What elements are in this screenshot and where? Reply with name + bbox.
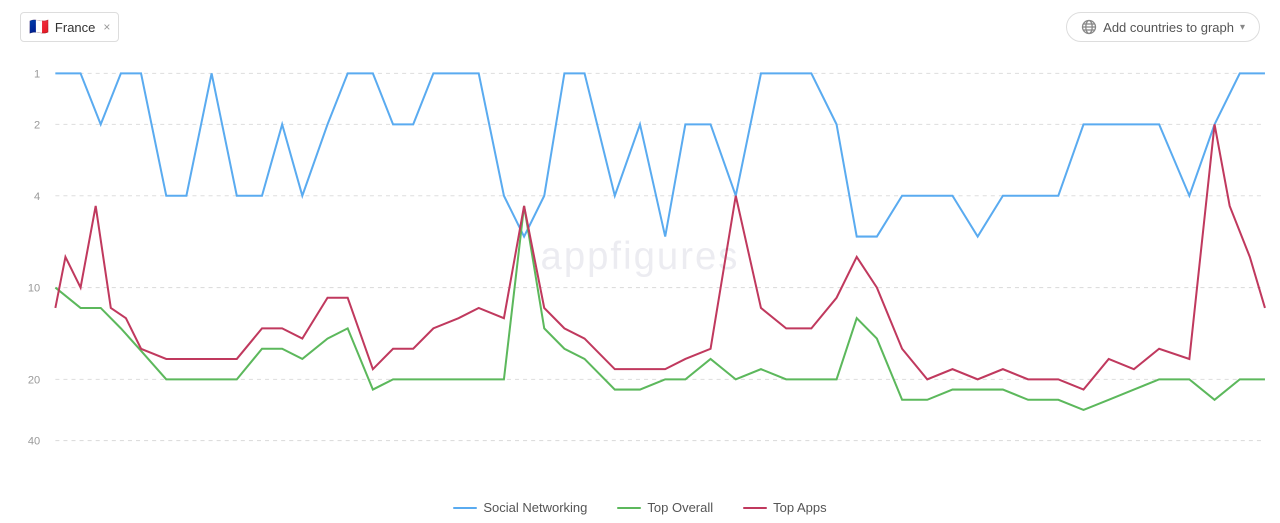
legend-item-top-apps: Top Apps [743, 500, 827, 515]
svg-text:1: 1 [34, 68, 40, 80]
svg-text:10: 10 [28, 283, 40, 295]
country-flag: 🇫🇷 [29, 17, 49, 37]
chart-area: .y-label { font-size: 11px; fill: #999; … [10, 55, 1270, 463]
remove-country-button[interactable]: × [103, 20, 110, 34]
top-overall-legend-line [617, 507, 641, 509]
chart-svg: .y-label { font-size: 11px; fill: #999; … [10, 55, 1270, 463]
legend-item-top-overall: Top Overall [617, 500, 713, 515]
legend: Social Networking Top Overall Top Apps [0, 500, 1280, 515]
country-name: France [55, 20, 95, 35]
main-container: 🇫🇷 France × Add countries to graph ▾ .y-… [0, 0, 1280, 523]
svg-text:2: 2 [34, 119, 40, 131]
top-overall-legend-label: Top Overall [647, 500, 713, 515]
legend-item-social-networking: Social Networking [453, 500, 587, 515]
chevron-down-icon: ▾ [1240, 22, 1245, 33]
svg-text:40: 40 [28, 436, 40, 448]
add-countries-label: Add countries to graph [1103, 20, 1234, 35]
header: 🇫🇷 France × Add countries to graph ▾ [0, 0, 1280, 54]
country-tag[interactable]: 🇫🇷 France × [20, 12, 119, 42]
social-networking-legend-label: Social Networking [483, 500, 587, 515]
globe-icon [1081, 19, 1097, 35]
top-apps-legend-line [743, 507, 767, 509]
svg-text:4: 4 [34, 191, 40, 203]
svg-text:20: 20 [28, 374, 40, 386]
add-countries-button[interactable]: Add countries to graph ▾ [1066, 12, 1260, 42]
social-networking-legend-line [453, 507, 477, 509]
top-apps-legend-label: Top Apps [773, 500, 827, 515]
svg-text:appfigures: appfigures [541, 235, 740, 278]
social-networking-line [55, 73, 1265, 236]
